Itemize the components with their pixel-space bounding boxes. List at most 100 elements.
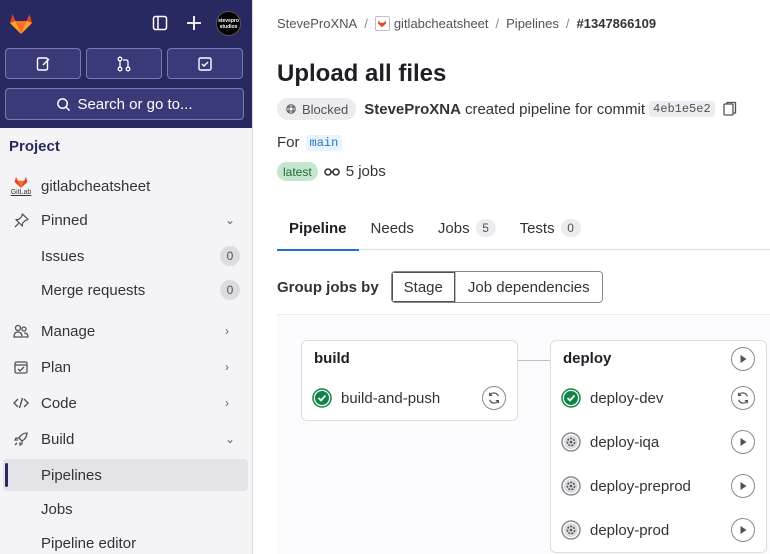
sidebar-item-label: Manage bbox=[41, 322, 96, 340]
gitlab-logo-icon[interactable] bbox=[8, 10, 34, 36]
tab-count-badge: 0 bbox=[560, 219, 581, 237]
assigned-issues-button[interactable] bbox=[5, 48, 81, 79]
group-by-toggle: Stage Job dependencies bbox=[390, 271, 603, 303]
pipeline-icon bbox=[323, 167, 340, 176]
sidebar-item-label: Pipelines bbox=[41, 466, 102, 484]
retry-icon[interactable] bbox=[482, 386, 506, 410]
job-build-and-push[interactable]: build-and-push bbox=[312, 381, 440, 415]
job-name: deploy-dev bbox=[590, 389, 664, 407]
pipeline-ref: For main bbox=[277, 134, 343, 151]
sidebar-item-pipelines[interactable]: Pipelines bbox=[3, 459, 248, 491]
play-icon[interactable] bbox=[731, 518, 755, 542]
status-badge[interactable]: Blocked bbox=[277, 98, 357, 120]
job-name: build-and-push bbox=[341, 389, 441, 407]
code-icon bbox=[12, 394, 30, 412]
stage-name: deploy bbox=[563, 350, 612, 367]
status-success-icon bbox=[561, 388, 581, 408]
user-avatar[interactable]: stevepro studios bbox=[216, 11, 241, 36]
issues-icon bbox=[36, 56, 50, 71]
pin-icon bbox=[12, 211, 30, 229]
status-manual-icon bbox=[561, 520, 581, 540]
sidebar-item-pinned[interactable]: Pinned ⌄ bbox=[0, 204, 248, 236]
issues-count-badge: 0 bbox=[220, 246, 240, 266]
job-name: deploy-iqa bbox=[590, 433, 660, 451]
tab-label: Pipeline bbox=[289, 219, 347, 237]
job-deploy-iqa[interactable]: deploy-iqa bbox=[561, 425, 659, 459]
project-avatar-icon: GitLab bbox=[9, 174, 33, 198]
copy-icon[interactable] bbox=[723, 101, 737, 117]
todo-icon bbox=[198, 56, 212, 71]
breadcrumb: SteveProXNA / gitlabcheatsheet / Pipelin… bbox=[277, 16, 657, 31]
breadcrumb-current[interactable]: #1347866109 bbox=[577, 16, 657, 31]
chevron-right-icon: › bbox=[225, 324, 229, 338]
search-button[interactable]: Search or go to... bbox=[5, 88, 244, 120]
retry-icon[interactable] bbox=[731, 386, 755, 410]
sidebar-section-title: Project bbox=[9, 138, 60, 155]
sidebar-project-name: gitlabcheatsheet bbox=[41, 177, 151, 195]
commit-sha[interactable]: 4eb1e5e2 bbox=[649, 101, 715, 117]
sidebar-item-pipeline-editor[interactable]: Pipeline editor bbox=[0, 527, 248, 554]
status-badge-label: Blocked bbox=[302, 101, 349, 117]
tab-tests[interactable]: Tests 0 bbox=[508, 206, 593, 250]
sidebar-item-label: Pipeline editor bbox=[41, 534, 137, 552]
merge-requests-count-badge: 0 bbox=[220, 280, 240, 300]
breadcrumb-owner[interactable]: SteveProXNA bbox=[277, 16, 357, 31]
page-title: Upload all files bbox=[277, 60, 447, 87]
sidebar-item-build[interactable]: Build ⌄ bbox=[0, 423, 248, 455]
group-by-dependencies-button[interactable]: Job dependencies bbox=[455, 272, 602, 302]
sidebar-project-link[interactable]: GitLab gitlabcheatsheet bbox=[0, 170, 248, 202]
pipeline-graph: build build-and-push deploy deploy-dev d… bbox=[277, 314, 770, 554]
sidebar-item-jobs[interactable]: Jobs bbox=[0, 493, 248, 525]
tab-label: Needs bbox=[370, 219, 414, 237]
todo-list-button[interactable] bbox=[167, 48, 243, 79]
pipeline-meta: Blocked SteveProXNA created pipeline for… bbox=[277, 98, 737, 120]
tab-jobs[interactable]: Jobs 5 bbox=[426, 206, 508, 250]
merge-requests-button[interactable] bbox=[86, 48, 162, 79]
breadcrumb-section[interactable]: Pipelines bbox=[506, 16, 559, 31]
sidebar-item-label: Build bbox=[41, 430, 75, 448]
create-new-icon[interactable] bbox=[183, 12, 205, 34]
chevron-right-icon: › bbox=[225, 360, 229, 374]
pipeline-created-text: created pipeline for commit bbox=[464, 100, 646, 118]
job-name: deploy-prod bbox=[590, 521, 670, 539]
search-label: Search or go to... bbox=[77, 95, 193, 113]
sidebar-item-merge-requests[interactable]: Merge requests 0 bbox=[0, 274, 248, 306]
job-deploy-dev[interactable]: deploy-dev bbox=[561, 381, 663, 415]
sidebar-item-issues[interactable]: Issues 0 bbox=[0, 240, 248, 272]
collapse-sidebar-icon[interactable] bbox=[149, 12, 171, 34]
tab-label: Jobs bbox=[437, 219, 470, 237]
job-name: deploy-preprod bbox=[590, 477, 691, 495]
sidebar-item-plan[interactable]: Plan › bbox=[0, 351, 248, 383]
stage-connector bbox=[517, 360, 551, 361]
sidebar-item-label: Issues bbox=[41, 247, 85, 265]
users-icon bbox=[12, 322, 30, 340]
play-all-icon[interactable] bbox=[731, 347, 755, 371]
pipeline-tabs: Pipeline Needs Jobs 5 Tests 0 bbox=[277, 206, 770, 251]
group-by-stage-button[interactable]: Stage bbox=[391, 272, 456, 302]
sidebar-header: stevepro studios Search or go to... bbox=[0, 0, 252, 128]
sidebar-item-manage[interactable]: Manage › bbox=[0, 315, 248, 347]
stage-name: build bbox=[314, 350, 350, 367]
job-deploy-prod[interactable]: deploy-prod bbox=[561, 513, 669, 547]
sidebar-item-code[interactable]: Code › bbox=[0, 387, 248, 419]
sidebar-item-label: Pinned bbox=[41, 211, 88, 229]
status-success-icon bbox=[312, 388, 332, 408]
chevron-down-icon: ⌄ bbox=[225, 213, 236, 227]
rocket-icon bbox=[12, 430, 30, 448]
job-deploy-preprod[interactable]: deploy-preprod bbox=[561, 469, 691, 503]
chevron-right-icon: › bbox=[225, 396, 229, 410]
play-icon[interactable] bbox=[731, 430, 755, 454]
pipeline-author[interactable]: SteveProXNA bbox=[364, 101, 461, 118]
tab-pipeline[interactable]: Pipeline bbox=[277, 206, 359, 251]
stage-build: build build-and-push bbox=[301, 340, 518, 421]
play-icon[interactable] bbox=[731, 474, 755, 498]
tab-count-badge: 5 bbox=[475, 219, 496, 237]
for-label: For bbox=[277, 134, 300, 151]
breadcrumb-project[interactable]: gitlabcheatsheet bbox=[374, 16, 489, 31]
project-icon bbox=[374, 16, 390, 31]
pipeline-tags: latest 5 jobs bbox=[277, 162, 386, 181]
status-manual-icon bbox=[561, 432, 581, 452]
stage-deploy: deploy deploy-dev deploy-iqa deploy-prep… bbox=[550, 340, 767, 553]
branch-name[interactable]: main bbox=[305, 134, 343, 151]
tab-needs[interactable]: Needs bbox=[359, 206, 426, 250]
